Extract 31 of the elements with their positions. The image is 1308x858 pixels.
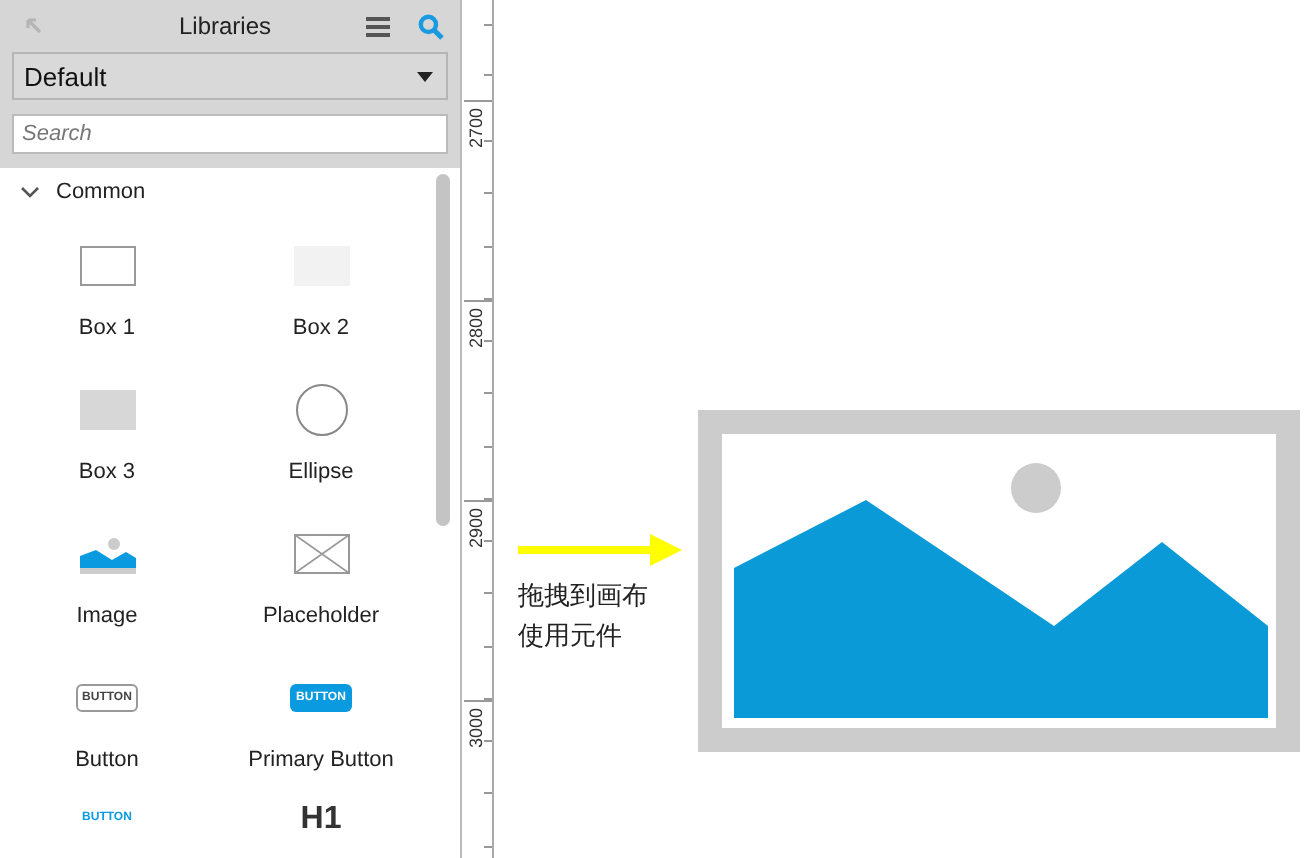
- box-icon[interactable]: [79, 246, 135, 286]
- widget-label: Box 2: [292, 316, 350, 340]
- widget-label: Image: [76, 604, 138, 628]
- search-field[interactable]: Search: [12, 114, 448, 154]
- widget-label: Button: [75, 748, 139, 772]
- section-label: Common: [56, 180, 146, 204]
- search-icon[interactable]: [418, 13, 444, 39]
- hint-text: 拖拽到画布: [518, 580, 648, 616]
- hint-text: 使用元件: [518, 620, 622, 656]
- widget-label: Box 3: [78, 460, 136, 484]
- ruler-label: 3000: [466, 708, 486, 749]
- ruler-label: 2800: [466, 308, 486, 349]
- menu-icon[interactable]: [366, 15, 390, 37]
- scrollbar[interactable]: [436, 174, 450, 526]
- image-placeholder-drawing[interactable]: [698, 410, 1300, 752]
- placeholder-icon[interactable]: [293, 534, 349, 574]
- ruler-label: 2700: [466, 108, 486, 149]
- ellipse-icon[interactable]: [295, 384, 347, 436]
- widget-label: Ellipse: [288, 460, 354, 484]
- ruler-label: 2900: [466, 508, 486, 549]
- widget-label: Primary Button: [248, 748, 394, 772]
- library-dropdown[interactable]: Default: [12, 52, 448, 100]
- heading-icon[interactable]: H1: [300, 804, 342, 836]
- image-icon[interactable]: [79, 534, 135, 574]
- caret-icon: [416, 71, 434, 81]
- widget-label: Box 1: [78, 316, 136, 340]
- arrow-icon: [518, 534, 682, 566]
- panel-title: Libraries: [176, 12, 274, 40]
- section-header[interactable]: Common: [0, 168, 166, 212]
- widget-label: Placeholder: [262, 604, 380, 628]
- arrow-icon[interactable]: [24, 16, 44, 36]
